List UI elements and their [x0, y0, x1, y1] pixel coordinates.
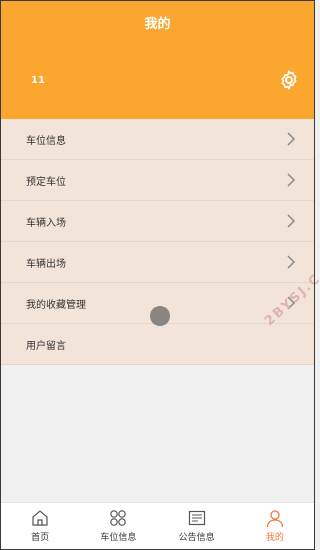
bottom-tab-bar: 首页 车位信息 公告信息 我的 [1, 502, 314, 550]
menu-item-vehicle-exit[interactable]: 车辆出场 [1, 242, 314, 283]
tab-announcements[interactable]: 公告信息 [158, 503, 236, 550]
menu-item-label: 预定车位 [26, 176, 66, 188]
tab-label: 公告信息 [178, 533, 215, 543]
chevron-right-icon [287, 132, 296, 146]
menu-item-label: 车位信息 [26, 135, 66, 147]
menu-item-label: 我的收藏管理 [26, 299, 86, 311]
menu-item-user-message[interactable]: 用户留言 [1, 324, 314, 365]
gear-icon[interactable] [278, 69, 300, 91]
home-icon [32, 510, 48, 526]
tab-home[interactable]: 首页 [1, 503, 79, 550]
chevron-right-icon [287, 173, 296, 187]
profile-header: 我的 11 [1, 1, 314, 119]
tab-label: 我的 [265, 533, 284, 543]
notice-icon [188, 510, 205, 526]
menu-list: 车位信息 预定车位 车辆入场 车辆出场 我的收藏管理 用户留言 [1, 119, 314, 365]
user-icon [266, 510, 284, 528]
menu-item-parking-info[interactable]: 车位信息 [1, 119, 314, 160]
username: 11 [31, 75, 45, 86]
chevron-right-icon [287, 255, 296, 269]
tab-label: 首页 [31, 533, 50, 543]
touch-indicator [150, 306, 170, 326]
page-title: 我的 [144, 17, 171, 32]
tab-mine[interactable]: 我的 [236, 503, 314, 550]
menu-item-reserve-space[interactable]: 预定车位 [1, 160, 314, 201]
tab-parking-info[interactable]: 车位信息 [79, 503, 157, 550]
tab-label: 车位信息 [100, 533, 137, 543]
grid-icon [110, 510, 127, 526]
menu-item-vehicle-entry[interactable]: 车辆入场 [1, 201, 314, 242]
menu-item-label: 车辆出场 [26, 258, 66, 270]
menu-item-label: 用户留言 [26, 340, 66, 352]
menu-item-label: 车辆入场 [26, 217, 66, 229]
chevron-right-icon [287, 214, 296, 228]
